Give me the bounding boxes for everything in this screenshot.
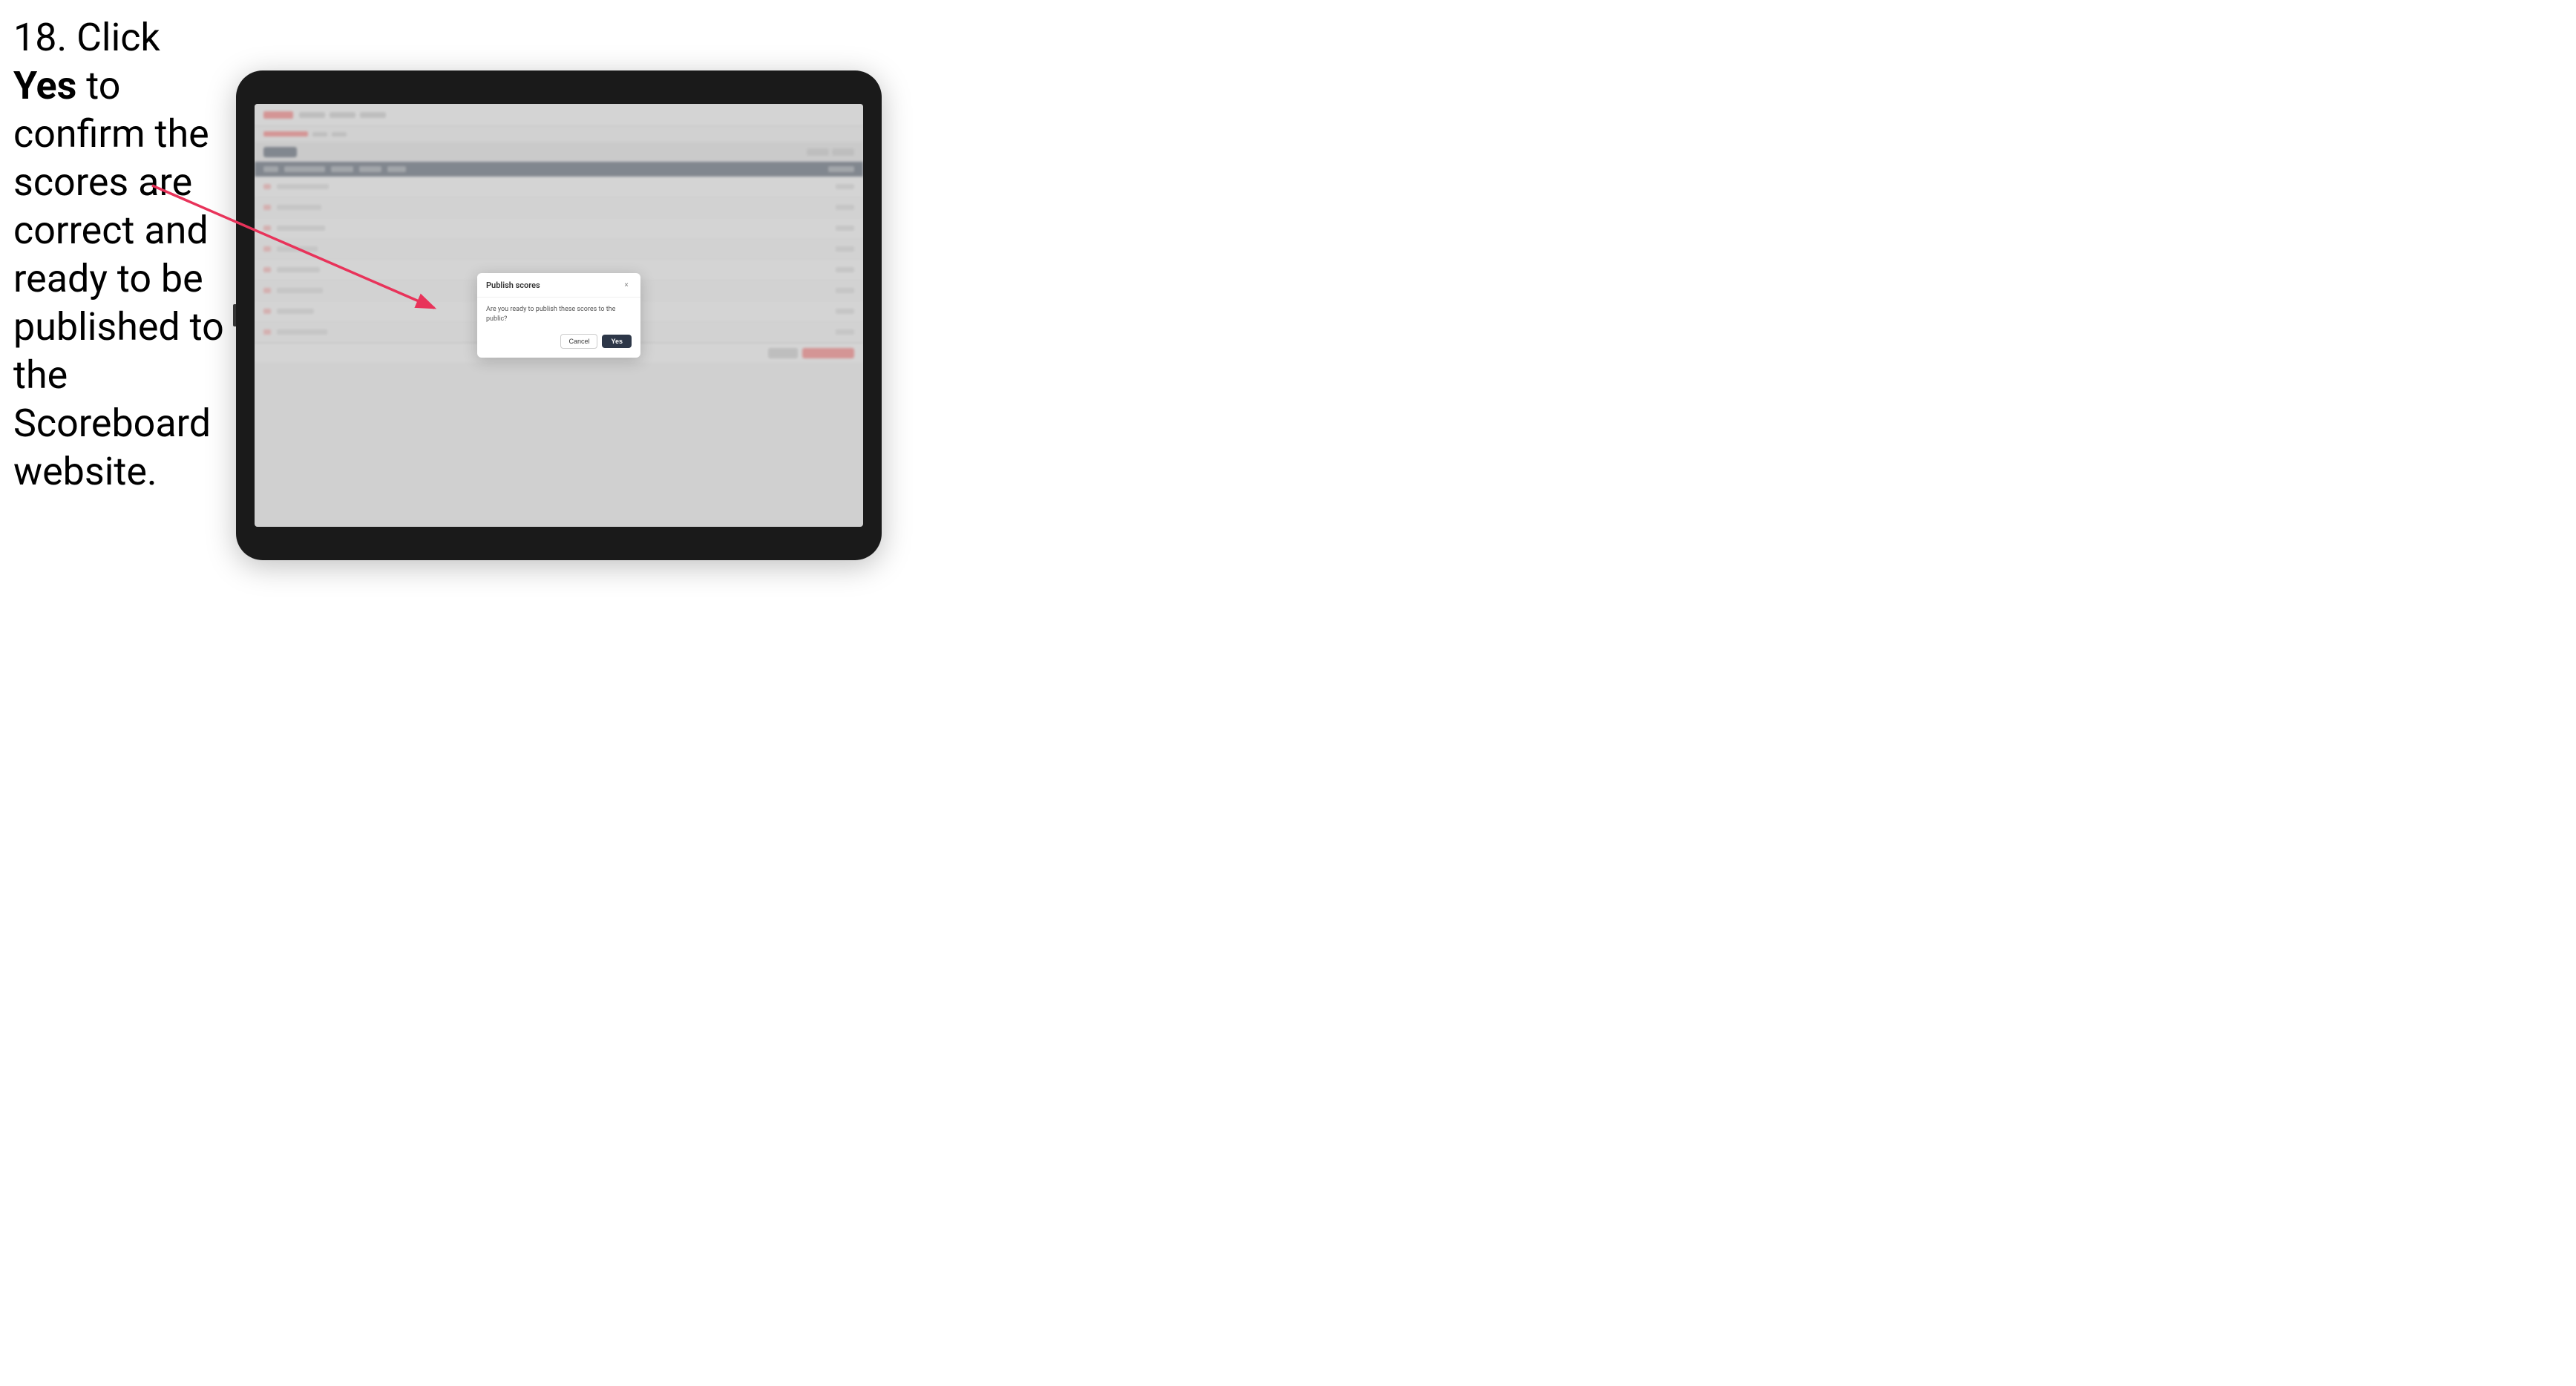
tablet-side-button xyxy=(233,304,236,326)
instruction-suffix: to confirm the scores are correct and re… xyxy=(13,63,224,494)
tablet-screen: Publish scores × Are you ready to publis… xyxy=(255,104,863,527)
yes-button[interactable]: Yes xyxy=(602,335,632,348)
cancel-button[interactable]: Cancel xyxy=(560,334,597,349)
tablet-device: Publish scores × Are you ready to publis… xyxy=(236,70,882,560)
modal-message: Are you ready to publish these scores to… xyxy=(486,305,632,323)
modal-body: Are you ready to publish these scores to… xyxy=(477,298,640,334)
modal-title: Publish scores xyxy=(486,280,540,290)
modal-overlay: Publish scores × Are you ready to publis… xyxy=(255,104,863,527)
step-number: 18. xyxy=(13,15,67,60)
modal-close-button[interactable]: × xyxy=(621,280,632,291)
modal-footer: Cancel Yes xyxy=(477,334,640,358)
publish-scores-modal: Publish scores × Are you ready to publis… xyxy=(477,273,640,358)
instruction-text: 18. Click Yes to confirm the scores are … xyxy=(13,13,229,496)
instruction-bold: Yes xyxy=(13,63,76,108)
instruction-prefix: Click xyxy=(76,15,160,60)
modal-header: Publish scores × xyxy=(477,273,640,298)
